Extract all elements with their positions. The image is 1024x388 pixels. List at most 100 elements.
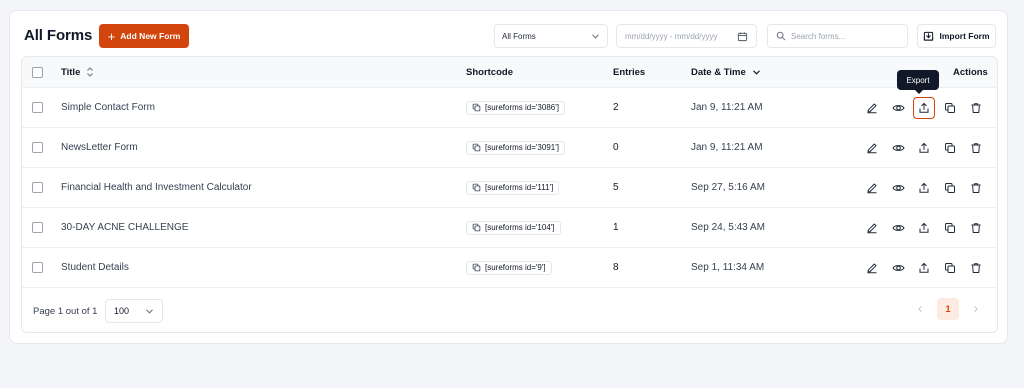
delete-button[interactable] (963, 248, 989, 287)
chevron-right-icon[interactable] (965, 298, 987, 320)
page-number-current[interactable]: 1 (937, 298, 959, 320)
shortcode-text: [sureforms id='104'] (485, 223, 555, 232)
form-title[interactable]: Simple Contact Form (61, 88, 155, 127)
forms-card: All Forms + Add New Form All Forms mm/dd… (9, 10, 1008, 344)
eye-icon (891, 222, 905, 234)
export-button[interactable] (911, 248, 937, 287)
row-checkbox[interactable] (32, 222, 43, 233)
preview-button[interactable] (885, 208, 911, 247)
export-button[interactable] (911, 208, 937, 247)
pencil-icon (866, 222, 878, 234)
row-checkbox[interactable] (32, 262, 43, 273)
export-icon (918, 222, 930, 234)
table-row: Student Details [sureforms id='9'] 8 Sep 1,… (22, 248, 997, 288)
duplicate-button[interactable] (937, 248, 963, 287)
shortcode-text: [sureforms id='3091'] (485, 143, 559, 152)
page-title: All Forms (24, 27, 93, 44)
table-row: 30-DAY ACNE CHALLENGE [sureforms id='104'… (22, 208, 997, 248)
edit-button[interactable] (859, 168, 885, 207)
delete-button[interactable] (963, 128, 989, 167)
form-date: Jan 9, 11:21 AM (691, 142, 763, 153)
copy-icon (944, 182, 956, 194)
shortcode-chip[interactable]: [sureforms id='3086'] (466, 100, 565, 115)
eye-icon (891, 102, 905, 114)
add-new-form-button[interactable]: + Add New Form (99, 24, 189, 48)
date-column-header[interactable]: Date & Time (691, 57, 761, 87)
import-form-button[interactable]: Import Form (917, 24, 996, 48)
page-info: Page 1 out of 1 (33, 305, 98, 317)
export-button[interactable] (911, 168, 937, 207)
export-tooltip: Export (897, 70, 939, 94)
form-date: Sep 24, 5:43 AM (691, 222, 765, 233)
select-all-checkbox[interactable] (32, 66, 43, 78)
export-button[interactable] (911, 128, 937, 167)
shortcode-chip[interactable]: [sureforms id='3091'] (466, 140, 565, 155)
row-actions (859, 168, 997, 207)
shortcode-text: [sureforms id='3086'] (485, 103, 559, 112)
copy-icon (944, 262, 956, 274)
duplicate-button[interactable] (937, 128, 963, 167)
shortcode-chip[interactable]: [sureforms id='111'] (466, 180, 560, 195)
eye-icon (891, 182, 905, 194)
trash-icon (970, 102, 982, 114)
edit-button[interactable] (859, 88, 885, 127)
row-actions (859, 88, 997, 127)
duplicate-button[interactable] (937, 208, 963, 247)
eye-icon (891, 142, 905, 154)
search-icon (776, 31, 786, 41)
form-title[interactable]: NewsLetter Form (61, 128, 138, 167)
shortcode-text: [sureforms id='111'] (485, 183, 554, 192)
date-header-label: Date & Time (691, 66, 746, 78)
search-input[interactable] (791, 31, 901, 41)
date-range-picker[interactable]: mm/dd/yyyy - mm/dd/yyyy (616, 24, 757, 48)
chevron-down-icon (591, 32, 600, 41)
export-icon (918, 262, 930, 274)
chevron-left-icon[interactable] (909, 298, 931, 320)
delete-button[interactable] (963, 168, 989, 207)
pencil-icon (866, 142, 878, 154)
edit-button[interactable] (859, 128, 885, 167)
pagination: 1 (909, 298, 987, 320)
form-title[interactable]: 30-DAY ACNE CHALLENGE (61, 208, 188, 247)
copy-icon (944, 102, 956, 114)
form-title[interactable]: Financial Health and Investment Calculat… (61, 168, 252, 207)
preview-button[interactable] (885, 168, 911, 207)
row-checkbox[interactable] (32, 182, 43, 193)
row-actions (859, 248, 997, 287)
table-row: Financial Health and Investment Calculat… (22, 168, 997, 208)
pencil-icon (866, 262, 878, 274)
forms-table: Title Shortcode Entries Date & Time Acti… (21, 56, 998, 333)
duplicate-button[interactable] (937, 168, 963, 207)
title-column-header[interactable]: Title (61, 57, 94, 87)
copy-icon (472, 263, 481, 272)
row-checkbox[interactable] (32, 102, 43, 113)
shortcode-chip[interactable]: [sureforms id='9'] (466, 260, 552, 275)
search-box[interactable] (767, 24, 908, 48)
pencil-icon (866, 182, 878, 194)
copy-icon (472, 103, 481, 112)
per-page-select[interactable]: 100 (105, 299, 163, 323)
preview-button[interactable] (885, 88, 911, 127)
eye-icon (891, 262, 905, 274)
form-date: Jan 9, 11:21 AM (691, 102, 763, 113)
row-actions (859, 208, 997, 247)
table-row: NewsLetter Form [sureforms id='3091'] 0 Jan… (22, 128, 997, 168)
delete-button[interactable] (963, 208, 989, 247)
actions-column-header: Actions (953, 66, 988, 78)
forms-filter-select[interactable]: All Forms (494, 24, 608, 48)
preview-button[interactable] (885, 248, 911, 287)
sort-icon (86, 67, 94, 77)
entries-count: 0 (613, 142, 619, 153)
delete-button[interactable] (963, 88, 989, 127)
edit-button[interactable] (859, 248, 885, 287)
shortcode-chip[interactable]: [sureforms id='104'] (466, 220, 561, 235)
import-form-label: Import Form (939, 31, 990, 41)
duplicate-button[interactable] (937, 88, 963, 127)
entries-count: 2 (613, 102, 619, 113)
entries-count: 5 (613, 182, 619, 193)
row-checkbox[interactable] (32, 142, 43, 153)
edit-button[interactable] (859, 208, 885, 247)
form-title[interactable]: Student Details (61, 248, 129, 287)
preview-button[interactable] (885, 128, 911, 167)
entries-count: 1 (613, 222, 619, 233)
